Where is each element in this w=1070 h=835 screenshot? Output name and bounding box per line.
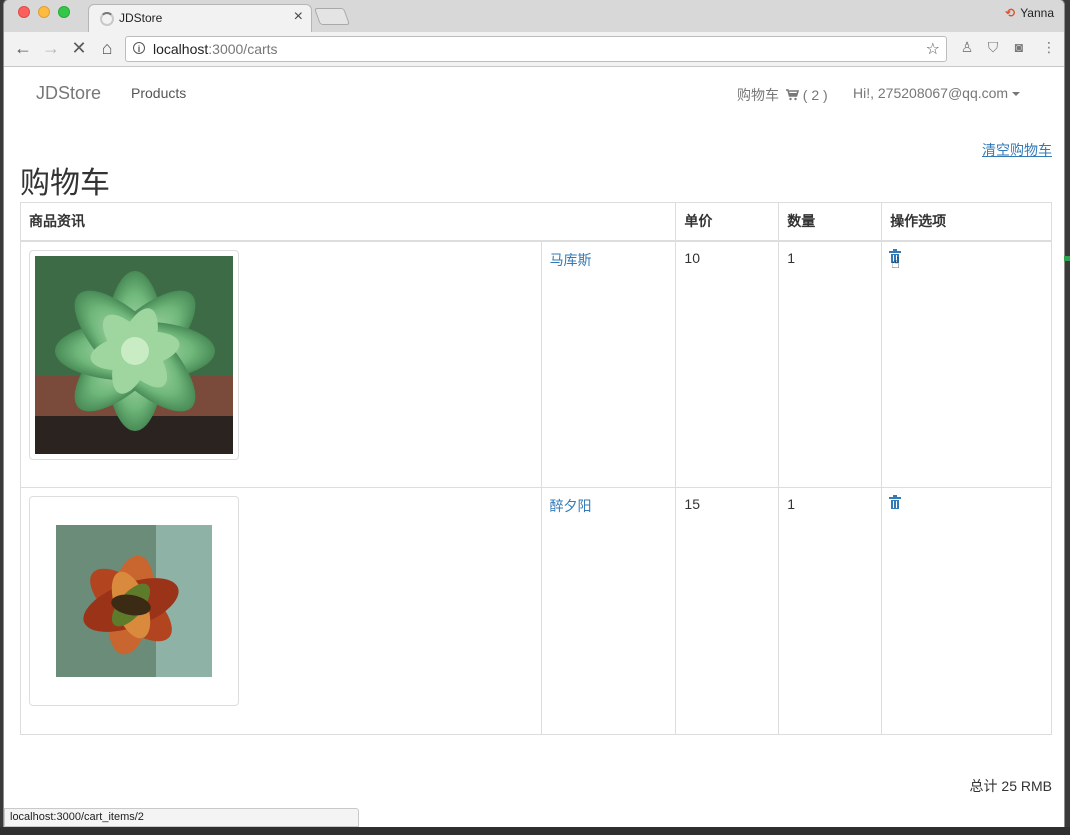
profile-button[interactable]: ⟲ Yanna [1005, 6, 1054, 20]
shopping-cart-icon [785, 89, 799, 101]
tab-strip: JDStore × ⟲ Yanna [4, 0, 1064, 32]
header-quantity: 数量 [778, 202, 883, 242]
quantity-cell: 1 [778, 240, 883, 488]
nav-products-link[interactable]: Products [131, 85, 186, 101]
home-button[interactable]: ⌂ [96, 38, 118, 59]
clear-cart-link[interactable]: 清空购物车 [982, 140, 1052, 160]
page-title: 购物车 [20, 167, 110, 200]
cart-table: 商品资讯 单价 数量 操作选项 马库斯 10 1 醉夕阳 15 1 [19, 202, 1052, 735]
product-name-cell: 马库斯 [540, 240, 677, 488]
header-actions: 操作选项 [881, 202, 1052, 242]
quantity-cell: 1 [778, 487, 883, 735]
chevron-down-icon [1012, 92, 1021, 97]
user-email: Hi!, 275208067@qq.com [853, 85, 1009, 101]
shield-extension-icon[interactable]: ⛉ [984, 39, 1002, 57]
nav-cart-label: 购物车 [737, 87, 779, 103]
stop-loading-button[interactable]: ✕ [68, 38, 90, 59]
status-bar-url: localhost:3000/cart_items/2 [4, 808, 359, 827]
navbar: JDStore Products 购物车 ( 2 ) Hi!, 27520806… [4, 67, 1064, 119]
bookmark-star-icon[interactable]: ☆ [926, 39, 940, 59]
close-window-button[interactable] [18, 6, 30, 18]
camera-extension-icon[interactable]: ◙ [1010, 39, 1028, 57]
menu-icon[interactable]: ⋮ [1040, 39, 1058, 57]
background-window [0, 827, 1070, 835]
actions-cell [881, 240, 1052, 488]
background-indicator [1064, 256, 1070, 261]
header-product-info: 商品资讯 [19, 202, 677, 242]
unit-price-cell: 15 [675, 487, 780, 735]
table-row: 马库斯 10 1 [20, 240, 1052, 488]
browser-toolbar: ← → ✕ ⌂ i localhost:3000/carts ☆ ♙ ⛉ ◙ ⋮ [4, 32, 1064, 67]
url-path: :3000/carts [208, 41, 278, 57]
loading-spinner-icon [100, 12, 114, 26]
user-dropdown[interactable]: Hi!, 275208067@qq.com [853, 85, 1021, 101]
nav-cart-link[interactable]: 购物车 ( 2 ) [737, 85, 828, 105]
table-row: 醉夕阳 15 1 [20, 487, 1052, 735]
new-tab-button[interactable] [313, 8, 351, 25]
page-content: JDStore Products 购物车 ( 2 ) Hi!, 27520806… [4, 67, 1064, 827]
url-text[interactable]: localhost:3000/carts [153, 41, 278, 57]
url-host: localhost [153, 41, 209, 57]
tab-jdstore[interactable]: JDStore × [88, 4, 312, 32]
product-image-cell [20, 240, 542, 488]
header-unit-price: 单价 [675, 202, 780, 242]
extension-icon[interactable]: ♙ [958, 39, 976, 57]
browser-window: JDStore × ⟲ Yanna ← → ✕ ⌂ i localhost:300… [4, 0, 1064, 827]
profile-icon: ⟲ [1005, 6, 1016, 20]
product-name-link[interactable]: 醉夕阳 [550, 498, 592, 514]
address-bar[interactable]: i localhost:3000/carts ☆ [125, 36, 947, 62]
table-header-row: 商品资讯 单价 数量 操作选项 [19, 202, 1052, 242]
product-image-cell [20, 487, 542, 735]
product-name-link[interactable]: 马库斯 [550, 252, 592, 268]
actions-cell [881, 487, 1052, 735]
profile-name: Yanna [1020, 6, 1054, 20]
nav-cart-count: ( 2 ) [802, 87, 828, 103]
succulent-image [56, 525, 212, 677]
forward-button[interactable]: → [40, 38, 62, 59]
hand-cursor-icon: ☝ [891, 255, 901, 272]
product-name-cell: 醉夕阳 [540, 487, 677, 735]
back-button[interactable]: ← [12, 38, 34, 59]
product-image[interactable] [29, 496, 239, 706]
succulent-image [35, 255, 233, 454]
unit-price-cell: 10 [675, 240, 780, 488]
trash-icon[interactable] [889, 495, 902, 509]
minimize-window-button[interactable] [38, 6, 50, 18]
zoom-window-button[interactable] [58, 6, 70, 18]
tab-close-button[interactable]: × [294, 8, 303, 26]
brand-link[interactable]: JDStore [36, 83, 101, 104]
info-icon[interactable]: i [133, 42, 145, 54]
product-image[interactable] [29, 249, 239, 460]
cart-total: 总计 25 RMB [969, 778, 1052, 794]
tab-title: JDStore [119, 11, 163, 25]
